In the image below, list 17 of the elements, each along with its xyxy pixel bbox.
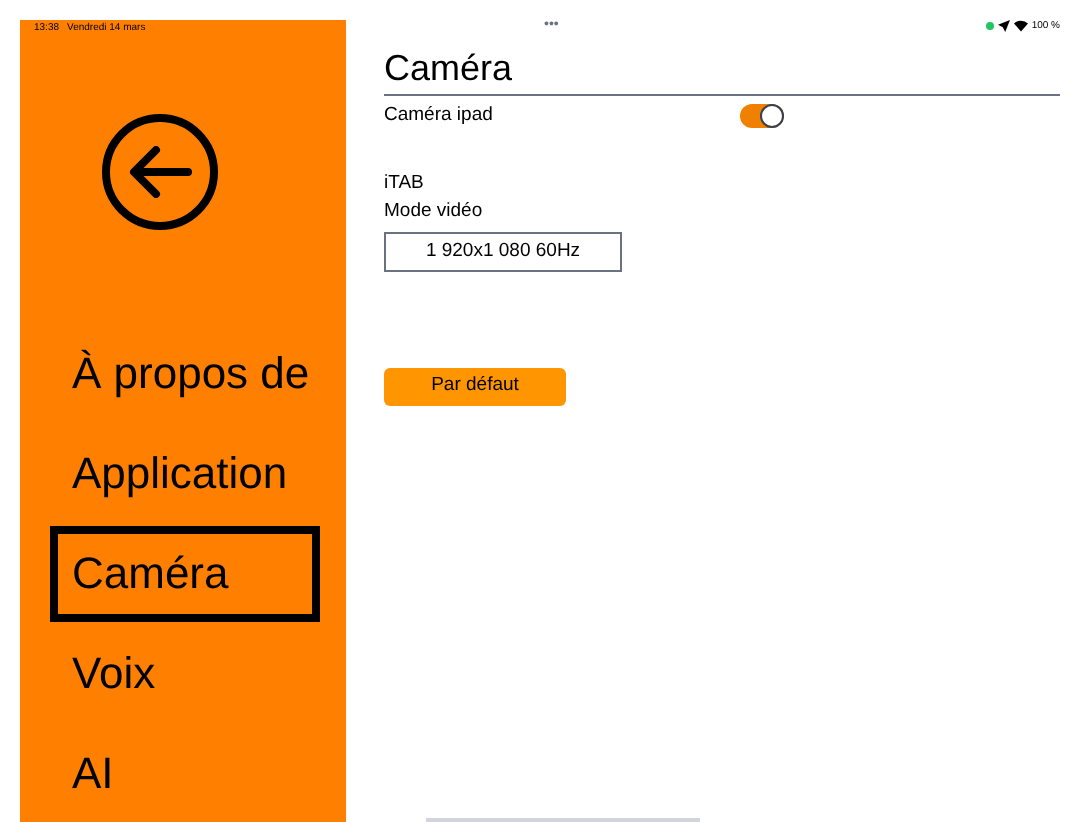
camera-indicator-icon xyxy=(985,22,994,30)
sidebar-item[interactable]: Caméra xyxy=(50,526,320,622)
page-title: Caméra xyxy=(384,48,515,92)
sidebar-item[interactable]: À propos de xyxy=(50,326,320,422)
location-icon xyxy=(997,20,1010,32)
video-mode-field[interactable]: 1 920x1 080 60Hz xyxy=(384,232,622,272)
default-button[interactable]: Par défaut xyxy=(384,368,566,406)
toggle-label: Caméra ipad xyxy=(384,101,495,130)
sidebar-item[interactable]: Voix xyxy=(50,626,320,722)
wifi-icon xyxy=(1013,20,1028,32)
device-name: iTAB xyxy=(384,172,426,196)
camera-toggle[interactable] xyxy=(740,104,784,128)
left-arrow-icon xyxy=(128,146,192,198)
video-mode-label: Mode vidéo xyxy=(384,200,485,224)
back-button[interactable] xyxy=(102,114,218,230)
sidebar-item[interactable]: AI xyxy=(50,726,320,822)
sidebar-item[interactable]: Application xyxy=(50,426,320,522)
